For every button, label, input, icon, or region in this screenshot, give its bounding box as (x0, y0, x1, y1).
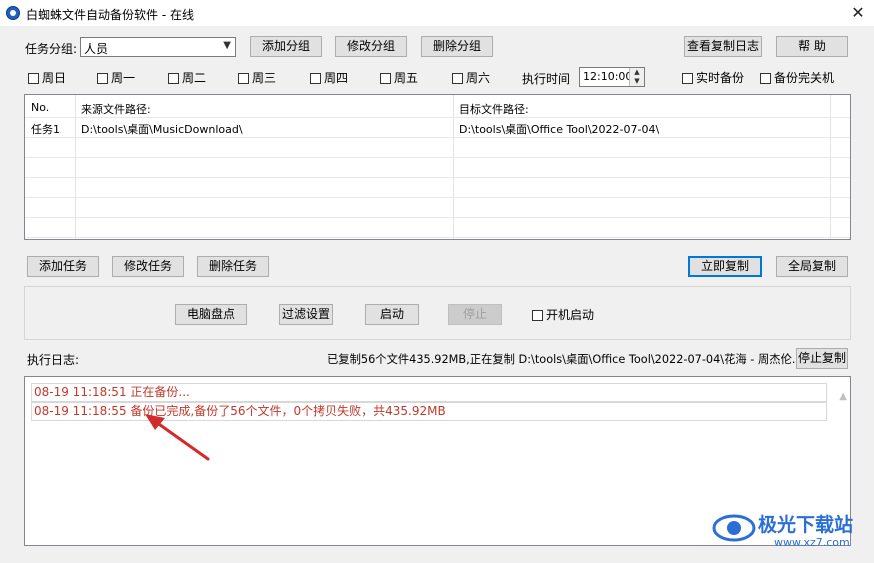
header-target: 目标文件路径: (459, 103, 529, 116)
checkbox-thursday[interactable]: 周四 (310, 71, 348, 85)
chevron-down-icon: ▼ (223, 40, 231, 51)
row-source: D:\tools\桌面\MusicDownload\ (81, 123, 243, 136)
checkbox-wednesday[interactable]: 周三 (238, 71, 276, 85)
checkbox-friday-label: 周五 (394, 71, 419, 85)
delete-task-button[interactable]: 删除任务 (197, 256, 269, 277)
row-no: 任务1 (31, 123, 60, 136)
copy-now-button[interactable]: 立即复制 (688, 256, 762, 277)
exec-time-input[interactable]: 12:10:00 ▲ ▼ (579, 67, 645, 87)
watermark-name: 极光下载站 (758, 514, 854, 536)
help-button[interactable]: 帮 助 (776, 36, 848, 57)
checkbox-realtime-backup[interactable]: 实时备份 (682, 71, 744, 85)
group-select-value: 人员 (84, 42, 109, 56)
close-icon[interactable]: ✕ (846, 2, 870, 24)
filter-settings-button[interactable]: 过滤设置 (279, 304, 333, 325)
log-line: 08-19 11:18:55 备份已完成,备份了56个文件，0个拷贝失败，共43… (31, 402, 827, 421)
table-header: No. 来源文件路径: 目标文件路径: (25, 98, 850, 118)
delete-group-button[interactable]: 删除分组 (421, 36, 493, 57)
control-panel (24, 286, 851, 340)
table-row-empty (25, 198, 850, 218)
edit-group-button[interactable]: 修改分组 (335, 36, 407, 57)
table-row[interactable]: 任务1 D:\tools\桌面\MusicDownload\ D:\tools\… (25, 118, 850, 138)
exec-time-value: 12:10:00 (583, 70, 633, 83)
log-line: 08-19 11:18:51 正在备份... (31, 383, 827, 402)
checkbox-saturday-label: 周六 (466, 71, 491, 85)
copy-status-text: 已复制56个文件435.92MB,正在复制 D:\tools\桌面\Office… (327, 353, 821, 366)
start-button[interactable]: 启动 (365, 304, 419, 325)
add-group-button[interactable]: 添加分组 (250, 36, 322, 57)
checkbox-realtime-backup-label: 实时备份 (696, 71, 745, 85)
stop-button[interactable]: 停止 (448, 304, 502, 325)
watermark-logo-icon (712, 514, 756, 542)
checkbox-wednesday-label: 周三 (252, 71, 277, 85)
window-title: 白蜘蛛文件自动备份软件 - 在线 (26, 8, 194, 22)
copy-all-button[interactable]: 全局复制 (776, 256, 848, 277)
watermark-url: www.xz7.com (774, 536, 850, 549)
checkbox-friday[interactable]: 周五 (380, 71, 418, 85)
header-source: 来源文件路径: (81, 103, 151, 116)
checkbox-tuesday-label: 周二 (182, 71, 207, 85)
stop-copy-button[interactable]: 停止复制 (796, 348, 848, 369)
title-bar: 白蜘蛛文件自动备份软件 - 在线 ✕ (0, 0, 874, 26)
checkbox-monday[interactable]: 周一 (97, 71, 135, 85)
checkbox-tuesday[interactable]: 周二 (168, 71, 206, 85)
checkbox-shutdown-after-label: 备份完关机 (774, 71, 835, 85)
exec-time-label: 执行时间 (522, 72, 571, 86)
header-no: No. (31, 101, 50, 114)
table-row-empty (25, 178, 850, 198)
table-row-empty (25, 218, 850, 238)
table-row-empty (25, 138, 850, 158)
checkbox-monday-label: 周一 (111, 71, 136, 85)
checkbox-saturday[interactable]: 周六 (452, 71, 490, 85)
checkbox-shutdown-after[interactable]: 备份完关机 (760, 71, 834, 85)
spin-down-icon[interactable]: ▼ (630, 77, 644, 86)
group-label: 任务分组: (25, 42, 78, 56)
row-target: D:\tools\桌面\Office Tool\2022-07-04\ (459, 123, 660, 136)
app-icon (6, 6, 20, 20)
table-row-empty (25, 158, 850, 178)
edit-task-button[interactable]: 修改任务 (112, 256, 184, 277)
checkbox-sunday-label: 周日 (42, 71, 67, 85)
view-log-button[interactable]: 查看复制日志 (684, 36, 762, 57)
checkbox-autostart[interactable]: 开机启动 (532, 308, 594, 322)
log-label: 执行日志: (27, 353, 80, 367)
add-task-button[interactable]: 添加任务 (27, 256, 99, 277)
group-select[interactable]: 人员 ▼ (80, 37, 236, 57)
checkbox-thursday-label: 周四 (324, 71, 349, 85)
task-table[interactable]: No. 来源文件路径: 目标文件路径: 任务1 D:\tools\桌面\Musi… (24, 94, 851, 240)
scroll-up-icon[interactable]: ▲ (839, 391, 847, 402)
checkbox-sunday[interactable]: 周日 (28, 71, 66, 85)
spin-up-icon[interactable]: ▲ (630, 68, 644, 77)
disk-check-button[interactable]: 电脑盘点 (175, 304, 247, 325)
checkbox-autostart-label: 开机启动 (546, 308, 595, 322)
